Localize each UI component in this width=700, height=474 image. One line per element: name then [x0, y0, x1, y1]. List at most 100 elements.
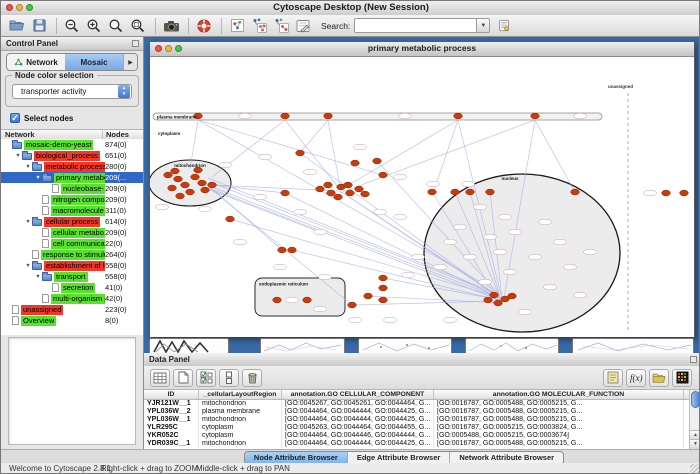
- graph-node[interactable]: [181, 182, 190, 188]
- graph-node[interactable]: [201, 187, 210, 193]
- background-window-strip[interactable]: [260, 338, 345, 353]
- scrollbar-thumb[interactable]: [691, 391, 700, 408]
- column-header[interactable]: annotation.GO MOLECULAR_FUNCTION: [434, 390, 684, 399]
- vizmapper-editor-button[interactable]: [293, 17, 313, 35]
- graph-label-node[interactable]: [199, 206, 212, 212]
- tree-item[interactable]: multi-organism pro42(0): [1, 293, 143, 304]
- table-row[interactable]: YDR039C__1mitochondrion[GO:0044464, GO:0…: [144, 440, 689, 448]
- graph-label-node[interactable]: [464, 254, 477, 260]
- search-dropdown-button[interactable]: ▼: [476, 18, 490, 33]
- birds-eye-view[interactable]: [8, 337, 136, 445]
- open-session-button[interactable]: [7, 17, 27, 35]
- tree-item[interactable]: Overview8(0): [1, 315, 143, 326]
- graph-label-node[interactable]: [564, 264, 577, 270]
- tree-item[interactable]: mosaic-demo-yeast874(0): [1, 139, 143, 150]
- graph-node[interactable]: [324, 113, 333, 119]
- table-row[interactable]: YKR052Ccytoplasm[GO:0044464, GO:0044446,…: [144, 432, 689, 440]
- graph-label-node[interactable]: [402, 272, 415, 278]
- tree-expand-arrow[interactable]: ▼: [14, 153, 22, 159]
- graph-node[interactable]: [208, 182, 217, 188]
- graph-node[interactable]: [379, 275, 388, 281]
- graph-label-node[interactable]: [427, 181, 440, 187]
- select-attributes-button[interactable]: [150, 369, 170, 387]
- graph-node[interactable]: [379, 172, 388, 178]
- graph-node[interactable]: [273, 297, 282, 303]
- graph-node[interactable]: [278, 247, 287, 253]
- select-nodes-checkbox[interactable]: ✓: [10, 113, 20, 123]
- background-window-strip[interactable]: [465, 338, 559, 353]
- tree-item[interactable]: ▼primary metabo209(...: [1, 172, 143, 183]
- heatmap-view-button[interactable]: [672, 369, 692, 387]
- graph-label-node[interactable]: [474, 204, 487, 210]
- graph-node[interactable]: [662, 190, 671, 196]
- graph-node[interactable]: [324, 182, 333, 188]
- zoom-out-button[interactable]: [62, 17, 82, 35]
- graph-node[interactable]: [281, 113, 290, 119]
- graph-node[interactable]: [379, 297, 388, 303]
- graph-label-node[interactable]: [574, 113, 587, 119]
- graph-label-node[interactable]: [234, 239, 247, 245]
- graph-node[interactable]: [466, 189, 475, 195]
- graph-label-node[interactable]: [519, 309, 532, 315]
- graph-label-node[interactable]: [499, 214, 512, 220]
- select-all-attributes-button[interactable]: [196, 369, 216, 387]
- graph-label-node[interactable]: [304, 169, 317, 175]
- column-header[interactable]: ID: [144, 390, 199, 399]
- graph-node[interactable]: [316, 186, 325, 192]
- table-row[interactable]: YJR121W__1mitochondrion[GO:0045267, GO:0…: [144, 400, 689, 408]
- graph-node[interactable]: [288, 247, 297, 253]
- graph-node[interactable]: [379, 285, 388, 291]
- graph-label-node[interactable]: [554, 239, 567, 245]
- graph-node[interactable]: [186, 189, 195, 195]
- graph-label-node[interactable]: [354, 144, 367, 150]
- graph-node[interactable]: [490, 292, 499, 298]
- graph-node[interactable]: [198, 180, 207, 186]
- network-overview-button[interactable]: [227, 17, 247, 35]
- graph-label-node[interactable]: [509, 229, 522, 235]
- graph-node[interactable]: [355, 186, 364, 192]
- table-row[interactable]: YLR295Ccytoplasm[GO:0045263, GO:0044464,…: [144, 424, 689, 432]
- graph-node[interactable]: [327, 190, 336, 196]
- save-session-button[interactable]: [29, 17, 49, 35]
- column-header[interactable]: _cellularLayoutRegion: [199, 390, 282, 399]
- graph-label-node[interactable]: [444, 317, 457, 323]
- graph-node[interactable]: [454, 113, 463, 119]
- graph-node[interactable]: [571, 189, 580, 195]
- graph-label-node[interactable]: [254, 194, 267, 200]
- graph-label-node[interactable]: [484, 234, 497, 240]
- graph-node[interactable]: [361, 191, 370, 197]
- graph-node[interactable]: [171, 168, 180, 174]
- tabs-overflow-button[interactable]: ▶: [123, 54, 137, 70]
- graph-node[interactable]: [348, 302, 357, 308]
- graph-label-node[interactable]: [239, 113, 252, 119]
- tree-expand-arrow[interactable]: ▼: [24, 219, 32, 225]
- background-window-strip[interactable]: [149, 338, 229, 353]
- graph-label-node[interactable]: [394, 174, 407, 180]
- graph-node[interactable]: [174, 176, 183, 182]
- graph-label-node[interactable]: [584, 249, 597, 255]
- graph-node[interactable]: [168, 185, 177, 191]
- graph-node[interactable]: [680, 190, 689, 196]
- graph-label-node[interactable]: [412, 254, 425, 260]
- zoom-in-button[interactable]: [84, 17, 104, 35]
- graph-label-node[interactable]: [434, 264, 447, 270]
- graph-label-node[interactable]: [574, 292, 587, 298]
- graph-label-node[interactable]: [644, 190, 657, 196]
- tree-item[interactable]: macromolecule311(0): [1, 205, 143, 216]
- formula-builder-button[interactable]: f(x): [626, 369, 646, 387]
- float-panel-icon[interactable]: [690, 356, 697, 363]
- tree-item[interactable]: ▼establishment of lo558(0): [1, 260, 143, 271]
- zoom-fit-button[interactable]: [106, 17, 126, 35]
- graph-node[interactable]: [486, 189, 495, 195]
- graph-label-node[interactable]: [156, 204, 169, 210]
- graph-label-node[interactable]: [294, 209, 307, 215]
- tab-mosaic[interactable]: Mosaic: [65, 54, 123, 70]
- tree-expand-arrow[interactable]: ▼: [24, 263, 32, 269]
- graph-label-node[interactable]: [462, 181, 475, 187]
- delete-attributes-button[interactable]: [242, 369, 262, 387]
- graph-node[interactable]: [351, 160, 360, 166]
- graph-label-node[interactable]: [259, 154, 272, 160]
- graph-label-node[interactable]: [286, 297, 299, 303]
- unselect-all-attributes-button[interactable]: [219, 369, 239, 387]
- node-color-dropdown[interactable]: transporter activity ▲▼: [12, 84, 132, 99]
